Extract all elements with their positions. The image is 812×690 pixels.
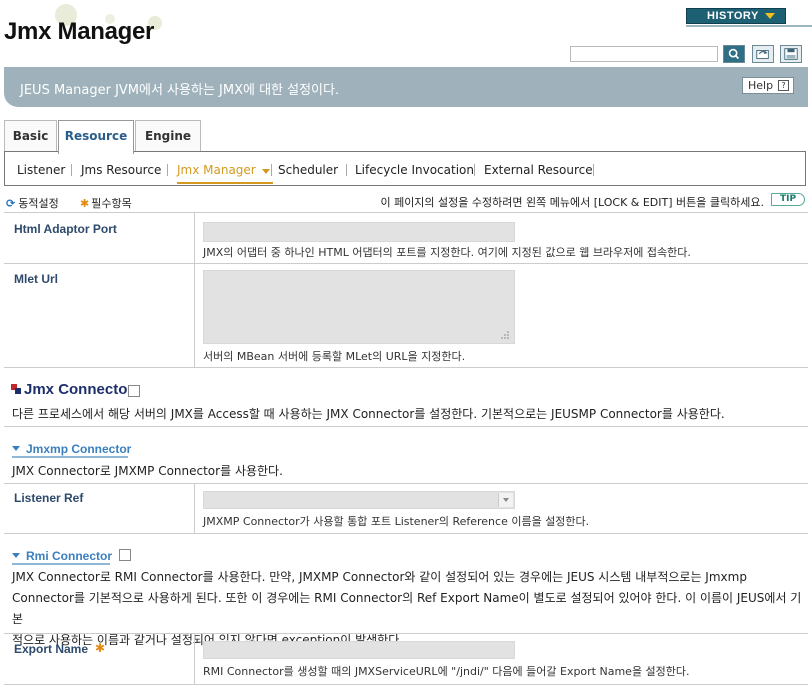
row-divider bbox=[194, 484, 195, 533]
history-button[interactable]: HISTORY bbox=[686, 8, 786, 24]
jmx-connector-checkbox[interactable] bbox=[128, 385, 140, 397]
rmi-connector-header[interactable]: Rmi Connector bbox=[12, 549, 112, 563]
chevron-down-icon bbox=[262, 169, 270, 174]
row-divider bbox=[194, 634, 195, 684]
history-divider bbox=[686, 25, 812, 27]
html-adaptor-port-label: Html Adaptor Port bbox=[14, 222, 117, 236]
legend-dynamic-label: 동적설정 bbox=[18, 197, 59, 210]
help-button[interactable]: Help ? bbox=[742, 77, 794, 94]
tab-engine[interactable]: Engine bbox=[135, 120, 201, 152]
subnav-item-scheduler[interactable]: Scheduler bbox=[278, 163, 338, 177]
subnav-divider bbox=[474, 164, 475, 176]
search-button[interactable] bbox=[723, 45, 745, 63]
save-button[interactable] bbox=[780, 45, 802, 63]
subnav-item-listener[interactable]: Listener bbox=[17, 163, 65, 177]
row-divider bbox=[194, 264, 195, 367]
history-label: HISTORY bbox=[707, 10, 759, 22]
subnav-item-jms-resource[interactable]: Jms Resource bbox=[81, 163, 161, 177]
save-icon bbox=[784, 48, 798, 60]
rmi-connector-desc-line: JMX Connector로 RMI Connector를 사용한다. 만약, … bbox=[12, 570, 747, 584]
export-name-label: Export Name bbox=[14, 642, 89, 656]
rmi-connector-desc-line: Connector를 기본적으로 사용하게 된다. 또한 이 경우에는 RMI … bbox=[12, 591, 802, 626]
chevron-down-icon bbox=[765, 13, 775, 19]
page-title: Jmx Manager bbox=[4, 18, 155, 45]
subsection-underline bbox=[12, 456, 128, 458]
tip-text: 이 페이지의 설정을 수정하려면 왼쪽 메뉴에서 [LOCK & EDIT] 버… bbox=[380, 196, 764, 209]
asterisk-icon: ✱ bbox=[95, 641, 106, 655]
subnav-item-lifecycle-invocation[interactable]: Lifecycle Invocation bbox=[355, 163, 474, 177]
jmxmp-connector-title: Jmxmp Connector bbox=[26, 442, 132, 456]
sub-navigation: Listener Jms Resource Jmx Manager Schedu… bbox=[4, 151, 806, 186]
dropdown-arrow-icon bbox=[498, 493, 513, 507]
description-banner: JEUS Manager JVM에서 사용하는 JMX에 대한 설정이다. He… bbox=[4, 67, 808, 107]
row-divider bbox=[4, 533, 808, 534]
subnav-item-jmx-manager[interactable]: Jmx Manager bbox=[177, 163, 256, 177]
tab-resource[interactable]: Resource bbox=[58, 120, 134, 154]
subnav-divider bbox=[167, 164, 168, 176]
listener-ref-desc: JMXMP Connector가 사용할 통합 포트 Listener의 Ref… bbox=[203, 515, 590, 528]
row-divider bbox=[4, 483, 808, 484]
subsection-underline bbox=[12, 563, 110, 565]
tab-basic[interactable]: Basic bbox=[4, 120, 57, 152]
row-divider bbox=[4, 367, 808, 368]
listener-ref-label: Listener Ref bbox=[14, 491, 84, 505]
subnav-item-external-resource[interactable]: External Resource bbox=[484, 163, 593, 177]
subnav-divider bbox=[271, 164, 272, 176]
search-icon bbox=[728, 48, 740, 60]
mlet-url-desc: 서버의 MBean 서버에 등록할 MLet의 URL을 지정한다. bbox=[203, 350, 466, 363]
legend-required: ✱ 필수항목 bbox=[80, 195, 132, 211]
section-icon bbox=[11, 384, 21, 394]
row-divider bbox=[4, 263, 808, 264]
tip-badge: TIP bbox=[771, 193, 805, 206]
mlet-url-textarea[interactable] bbox=[203, 270, 515, 344]
jmx-connector-desc: 다른 프로세스에서 해당 서버의 JMX를 Access할 때 사용하는 JMX… bbox=[12, 407, 725, 421]
jmx-connector-title: Jmx Connector bbox=[24, 381, 134, 398]
search-input[interactable] bbox=[570, 46, 718, 62]
export-name-field[interactable] bbox=[203, 641, 515, 659]
help-icon: ? bbox=[778, 80, 789, 91]
rmi-connector-checkbox[interactable] bbox=[119, 549, 131, 561]
refresh-icon bbox=[756, 50, 769, 59]
mlet-url-label: Mlet Url bbox=[14, 272, 59, 286]
refresh-cycle-icon: ⟳ bbox=[6, 197, 16, 210]
legend-required-label: 필수항목 bbox=[91, 197, 132, 210]
html-adaptor-port-desc: JMX의 어댑터 중 하나인 HTML 어댑터의 포트를 지정한다. 여기에 지… bbox=[203, 246, 691, 259]
row-divider bbox=[4, 684, 808, 685]
jmxmp-connector-header[interactable]: Jmxmp Connector bbox=[12, 442, 131, 456]
html-adaptor-port-field[interactable] bbox=[203, 222, 515, 242]
help-label: Help bbox=[748, 79, 774, 92]
chevron-down-icon bbox=[12, 553, 20, 558]
divider bbox=[4, 212, 808, 213]
active-indicator bbox=[177, 182, 273, 184]
subnav-divider bbox=[346, 164, 347, 176]
asterisk-icon: ✱ bbox=[80, 197, 90, 210]
export-name-desc: RMI Connector를 생성할 때의 JMXServiceURL에 "/j… bbox=[203, 665, 690, 678]
jmxmp-connector-desc: JMX Connector로 JMXMP Connector를 사용한다. bbox=[12, 464, 283, 478]
subnav-divider bbox=[71, 164, 72, 176]
listener-ref-select[interactable] bbox=[203, 491, 515, 509]
row-divider bbox=[4, 426, 808, 427]
row-divider bbox=[4, 633, 808, 634]
rmi-connector-desc: JMX Connector로 RMI Connector를 사용한다. 만약, … bbox=[12, 567, 802, 651]
subnav-divider bbox=[593, 164, 594, 176]
row-divider bbox=[194, 213, 195, 263]
legend-dynamic: ⟳ 동적설정 bbox=[6, 195, 59, 211]
rmi-connector-title: Rmi Connector bbox=[26, 549, 113, 563]
resize-grip-icon[interactable] bbox=[500, 330, 510, 340]
refresh-button[interactable] bbox=[752, 45, 774, 63]
chevron-down-icon bbox=[12, 446, 20, 451]
banner-text: JEUS Manager JVM에서 사용하는 JMX에 대한 설정이다. bbox=[20, 83, 340, 98]
